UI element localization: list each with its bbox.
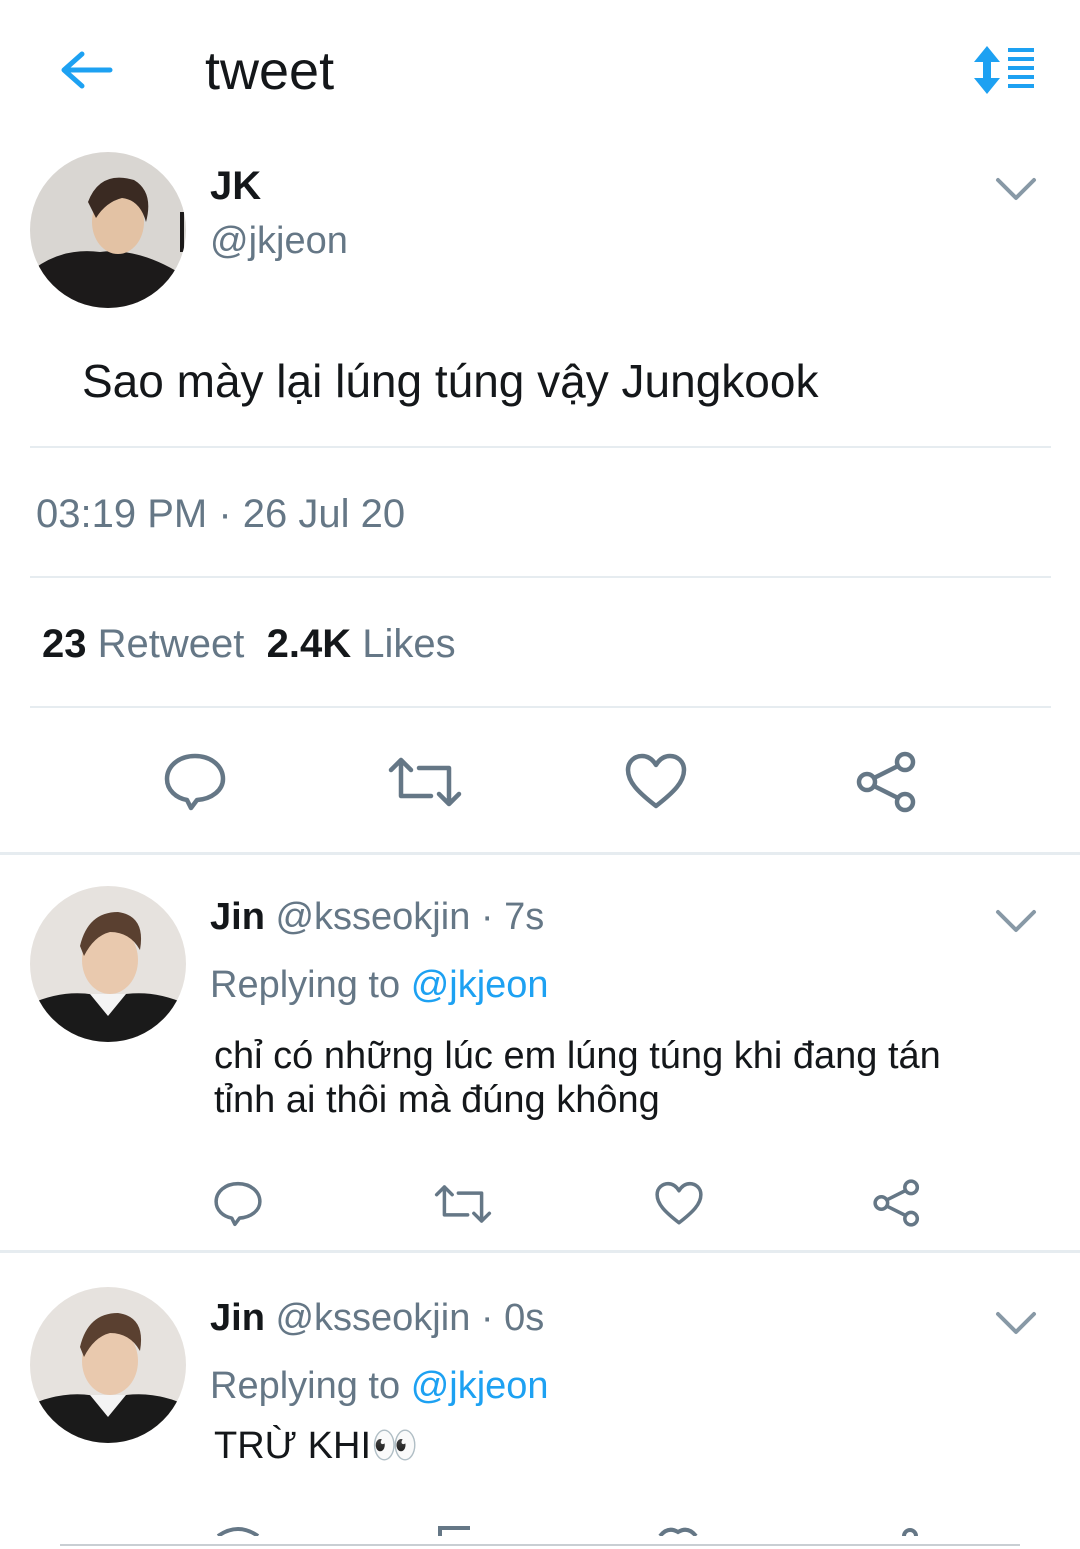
chevron-down-icon[interactable]: [994, 1310, 1038, 1336]
replying-to: Replying to @jkjeon: [210, 1365, 549, 1408]
reply-author-name[interactable]: Jin: [210, 896, 265, 938]
back-arrow-icon[interactable]: [58, 48, 114, 92]
share-icon[interactable]: [872, 1178, 922, 1228]
page-title: tweet: [205, 41, 335, 101]
reply-text: chỉ có những lúc em lúng túng khi đang t…: [214, 1035, 941, 1121]
tweet-text: Sao mày lại lúng túng vậy Jungkook: [82, 355, 819, 407]
reply-text: TRỪ KHI👀: [214, 1425, 419, 1467]
mention-link[interactable]: @jkjeon: [411, 964, 549, 1006]
chevron-down-icon[interactable]: [994, 908, 1038, 934]
avatar[interactable]: [30, 1287, 186, 1443]
like-heart-icon[interactable]: [654, 1180, 704, 1228]
reply-icon[interactable]: [163, 752, 227, 812]
author-name[interactable]: JK: [210, 164, 261, 209]
replying-label: Replying to: [210, 1365, 401, 1407]
divider: [0, 852, 1080, 855]
avatar[interactable]: [30, 152, 186, 308]
reply-handle-time: @ksseokjin · 0s: [275, 1297, 545, 1339]
retweet-label[interactable]: Retweet: [98, 622, 245, 666]
tweet-timestamp: 03:19 PM · 26 Jul 20: [36, 492, 406, 536]
divider: [60, 1544, 1020, 1546]
avatar[interactable]: [30, 886, 186, 1042]
like-heart-icon[interactable]: [624, 752, 688, 812]
chevron-down-icon[interactable]: [994, 176, 1038, 202]
retweet-icon[interactable]: [385, 752, 465, 812]
divider: [30, 576, 1051, 578]
author-handle[interactable]: @jkjeon: [210, 220, 348, 263]
reply-author[interactable]: Jin @ksseokjin · 7s: [210, 896, 544, 939]
likes-label[interactable]: Likes: [362, 622, 455, 666]
reply-handle-time: @ksseokjin · 7s: [275, 896, 545, 938]
reply-author[interactable]: Jin @ksseokjin · 0s: [210, 1297, 544, 1340]
tweet-stats: 23 Retweet 2.4K Likes: [42, 622, 456, 667]
sort-list-icon[interactable]: [970, 44, 1036, 96]
divider: [0, 1250, 1080, 1253]
share-icon[interactable]: [855, 750, 919, 814]
reply-author-name[interactable]: Jin: [210, 1297, 265, 1339]
divider: [30, 706, 1051, 708]
replying-label: Replying to: [210, 964, 401, 1006]
retweet-icon[interactable]: [432, 1180, 494, 1228]
action-bar-partial: [0, 1524, 1080, 1536]
likes-count[interactable]: 2.4K: [267, 622, 352, 666]
replying-to: Replying to @jkjeon: [210, 964, 549, 1007]
reply-icon[interactable]: [213, 1180, 263, 1228]
divider: [30, 446, 1051, 448]
retweet-count[interactable]: 23: [42, 622, 87, 666]
mention-link[interactable]: @jkjeon: [411, 1365, 549, 1407]
